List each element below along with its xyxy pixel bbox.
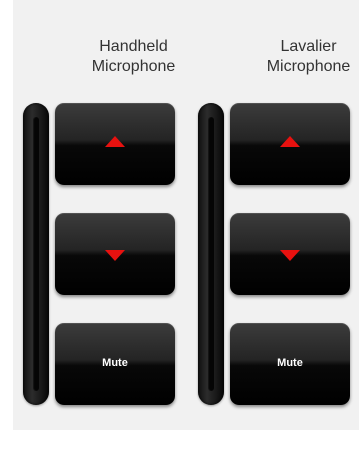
lavalier-level-meter xyxy=(198,103,224,405)
triangle-up-icon xyxy=(105,136,125,147)
lavalier-volume-up-button[interactable] xyxy=(230,103,350,185)
handheld-microphone-channel: Handheld Microphone Mute xyxy=(23,0,193,430)
handheld-level-meter-groove xyxy=(33,117,39,391)
handheld-microphone-label: Handheld Microphone xyxy=(71,37,196,77)
lavalier-microphone-label: Lavalier Microphone xyxy=(246,37,359,77)
lavalier-mute-button[interactable]: Mute xyxy=(230,323,350,405)
triangle-down-icon xyxy=(280,250,300,261)
handheld-microphone-label-line1: Handheld xyxy=(99,38,168,55)
lavalier-microphone-label-line2: Microphone xyxy=(266,58,351,75)
microphone-control-panel: Handheld Microphone Mute Lavalier Microp… xyxy=(13,0,359,430)
handheld-mute-button[interactable]: Mute xyxy=(55,323,175,405)
lavalier-volume-down-button[interactable] xyxy=(230,213,350,295)
triangle-down-icon xyxy=(105,250,125,261)
lavalier-level-meter-groove xyxy=(208,117,214,391)
lavalier-mute-label: Mute xyxy=(277,357,303,369)
handheld-level-meter xyxy=(23,103,49,405)
lavalier-microphone-label-line1: Lavalier xyxy=(280,38,337,55)
handheld-microphone-label-line2: Microphone xyxy=(91,58,176,75)
handheld-mute-label: Mute xyxy=(102,357,128,369)
lavalier-microphone-channel: Lavalier Microphone Mute xyxy=(198,0,359,430)
handheld-volume-up-button[interactable] xyxy=(55,103,175,185)
handheld-volume-down-button[interactable] xyxy=(55,213,175,295)
triangle-up-icon xyxy=(280,136,300,147)
